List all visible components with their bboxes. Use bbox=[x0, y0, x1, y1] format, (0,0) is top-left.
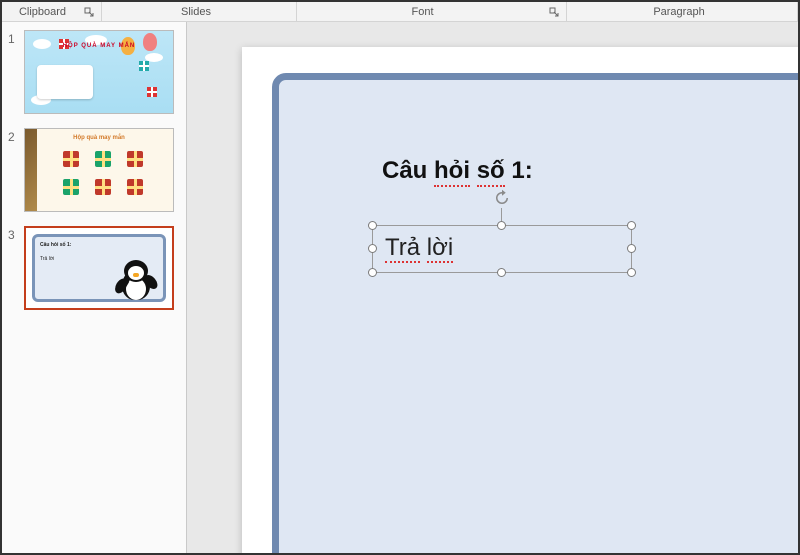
slide-edit-area[interactable]: Câu hỏi số 1: Trả lời bbox=[187, 22, 798, 553]
ribbon-group-font: Font bbox=[297, 2, 567, 21]
slide-canvas[interactable]: Câu hỏi số 1: Trả lời bbox=[242, 47, 798, 553]
ribbon-group-paragraph: Paragraph bbox=[567, 2, 798, 21]
resize-handle[interactable] bbox=[627, 244, 636, 253]
thumb3-question: Câu hỏi số 1: bbox=[40, 242, 71, 248]
question-title-text[interactable]: Câu hỏi số 1: bbox=[382, 157, 533, 187]
thumbnail-number: 2 bbox=[8, 128, 24, 212]
dialog-launcher-icon[interactable] bbox=[83, 6, 95, 18]
thumbnail-number: 3 bbox=[8, 226, 24, 310]
resize-handle[interactable] bbox=[627, 268, 636, 277]
ribbon-label-font: Font bbox=[297, 6, 548, 18]
resize-handle[interactable] bbox=[368, 244, 377, 253]
ribbon-group-clipboard: Clipboard bbox=[2, 2, 102, 21]
thumb3-answer: Trả lời bbox=[40, 256, 54, 262]
thumbnail-row: 1 HỘP QUÀ MAY MẮN bbox=[8, 30, 180, 114]
thumbnail-row: 2 Hộp quà may mắn bbox=[8, 128, 180, 212]
resize-handle[interactable] bbox=[368, 268, 377, 277]
thumb1-title: HỘP QUÀ MAY MẮN bbox=[25, 43, 173, 49]
resize-handle[interactable] bbox=[497, 268, 506, 277]
answer-textbox-selected[interactable]: Trả lời bbox=[372, 225, 632, 273]
resize-handle[interactable] bbox=[497, 221, 506, 230]
penguin-icon bbox=[116, 260, 156, 304]
ribbon-label-slides: Slides bbox=[102, 6, 290, 18]
thumb2-title: Hộp quà may mắn bbox=[25, 135, 173, 141]
rotate-stem bbox=[501, 208, 502, 222]
workspace: 1 HỘP QUÀ MAY MẮN 2 Hộp quà m bbox=[2, 22, 798, 553]
rotate-handle-icon[interactable] bbox=[492, 188, 512, 208]
thumbnail-number: 1 bbox=[8, 30, 24, 114]
slide-thumbnail-panel[interactable]: 1 HỘP QUÀ MAY MẮN 2 Hộp quà m bbox=[2, 22, 187, 553]
dialog-launcher-icon[interactable] bbox=[548, 6, 560, 18]
ribbon-group-labels: Clipboard Slides Font Paragraph bbox=[2, 2, 798, 22]
ribbon-label-paragraph: Paragraph bbox=[567, 6, 791, 18]
slide-frame-border bbox=[272, 73, 798, 553]
resize-handle[interactable] bbox=[368, 221, 377, 230]
slide-thumbnail-1[interactable]: HỘP QUÀ MAY MẮN bbox=[24, 30, 174, 114]
slide-thumbnail-3[interactable]: Câu hỏi số 1: Trả lời bbox=[24, 226, 174, 310]
resize-handle[interactable] bbox=[627, 221, 636, 230]
ribbon-group-slides: Slides bbox=[102, 2, 297, 21]
ribbon-label-clipboard: Clipboard bbox=[2, 6, 83, 18]
slide-thumbnail-2[interactable]: Hộp quà may mắn bbox=[24, 128, 174, 212]
answer-text[interactable]: Trả lời bbox=[385, 234, 453, 262]
thumbnail-row: 3 Câu hỏi số 1: Trả lời bbox=[8, 226, 180, 310]
